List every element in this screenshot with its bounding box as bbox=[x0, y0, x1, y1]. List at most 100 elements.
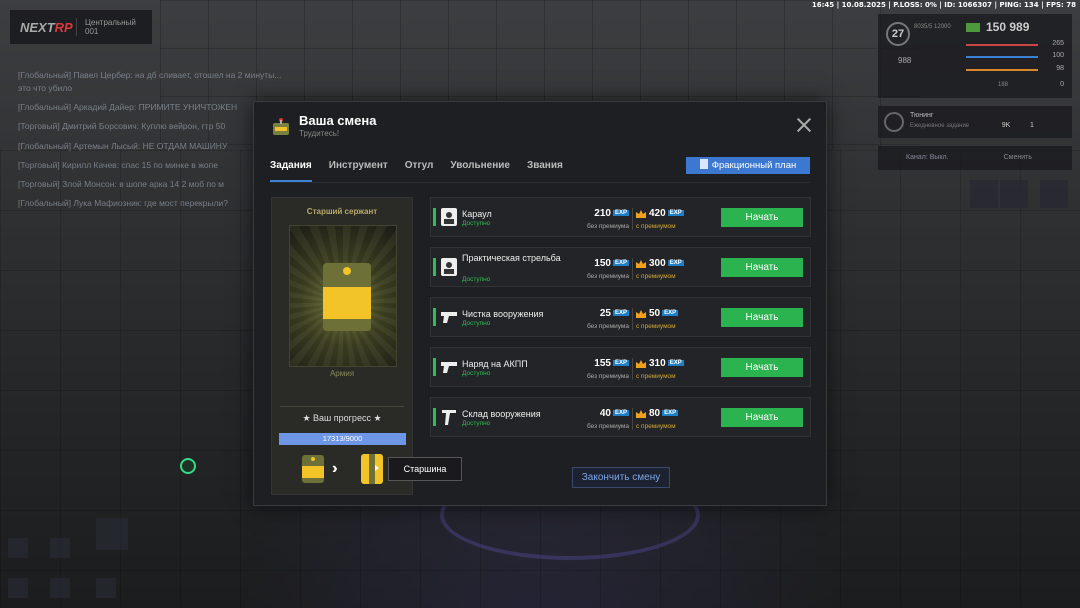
progress-value: 17313/9000 bbox=[322, 434, 363, 443]
notification-bell-icon[interactable] bbox=[1040, 180, 1068, 208]
quickbar-slot[interactable] bbox=[8, 538, 28, 558]
stat-health: 265 bbox=[1052, 40, 1064, 47]
task-accent bbox=[433, 258, 436, 276]
exp-tag: EXP bbox=[612, 410, 629, 416]
exp-tag: EXP bbox=[662, 410, 679, 416]
rank-divider bbox=[280, 406, 404, 407]
label-premium: с премиумом bbox=[636, 423, 676, 430]
task-status: Доступно bbox=[462, 320, 491, 327]
hunger-bar bbox=[966, 69, 1038, 71]
tab-ranks[interactable]: Звания bbox=[527, 160, 563, 182]
armor-bar bbox=[966, 56, 1038, 58]
quickbar-slot[interactable] bbox=[50, 538, 70, 558]
level-badge: 27 bbox=[886, 22, 910, 46]
health-bar bbox=[966, 44, 1038, 46]
exp-divider bbox=[632, 358, 633, 380]
task-accent bbox=[433, 408, 436, 426]
server-logo: NEXTRP Центральный 001 bbox=[10, 10, 152, 44]
chat-line: это что убило bbox=[18, 83, 73, 93]
exp-premium-value: 50 bbox=[649, 308, 661, 319]
tab-time-off[interactable]: Отгул bbox=[405, 160, 434, 182]
current-rank-badge-icon bbox=[302, 455, 324, 483]
task-name: Практическая стрельба bbox=[462, 253, 561, 263]
task-exp: 40 EXP bbox=[569, 408, 629, 419]
label-no-premium: без премиума bbox=[586, 223, 629, 230]
task-exp: 155 EXP bbox=[569, 358, 629, 369]
exp-tag: EXP bbox=[612, 360, 629, 366]
stat-hunger: 98 bbox=[1056, 65, 1064, 72]
rank-progress-bar: 17313/9000 bbox=[279, 433, 406, 445]
exp-tag: EXP bbox=[662, 310, 679, 316]
crown-icon bbox=[636, 360, 646, 368]
task-exp-premium: 80 EXP bbox=[649, 408, 679, 419]
exp-value: 210 bbox=[594, 208, 611, 219]
label-no-premium: без премиума bbox=[586, 273, 629, 280]
menu-icon[interactable] bbox=[1000, 180, 1028, 208]
task-status: Доступно bbox=[462, 276, 491, 283]
quickbar-slot[interactable] bbox=[96, 578, 116, 598]
task-exp: 150 EXP bbox=[569, 258, 629, 269]
task-exp-premium: 420 EXP bbox=[649, 208, 684, 219]
tab-tools[interactable]: Инструмент bbox=[329, 160, 388, 182]
close-icon[interactable] bbox=[797, 118, 811, 132]
exp-premium-value: 300 bbox=[649, 258, 666, 269]
start-task-button[interactable]: Начать bbox=[721, 358, 803, 377]
exp-divider bbox=[632, 258, 633, 280]
exp-premium-value: 420 bbox=[649, 208, 666, 219]
crown-icon bbox=[636, 210, 646, 218]
start-task-button[interactable]: Начать bbox=[721, 408, 803, 427]
task-exp-premium: 50 EXP bbox=[649, 308, 679, 319]
rank-insignia-icon bbox=[323, 263, 371, 331]
channel-switch[interactable]: Сменить bbox=[1004, 146, 1032, 170]
tab-tasks[interactable]: Задания bbox=[270, 160, 312, 182]
task-row: Караул Доступно 210 EXP без премиума 420 E… bbox=[430, 197, 811, 237]
faction-name: Армия bbox=[329, 369, 355, 378]
status-bar: 16:45 | 10.08.2025 | P.LOSS: 0% | ID: 10… bbox=[811, 1, 1076, 9]
task-row: Практическая стрельба Доступно 150 EXP бе… bbox=[430, 247, 811, 287]
exp-value: 40 bbox=[599, 408, 611, 419]
calendar-icon[interactable] bbox=[970, 180, 998, 208]
tuning-reward-count: 1 bbox=[1030, 122, 1034, 129]
task-accent bbox=[433, 308, 436, 326]
target-icon bbox=[441, 258, 457, 276]
label-no-premium: без премиума bbox=[586, 323, 629, 330]
start-task-button[interactable]: Начать bbox=[721, 308, 803, 327]
exp-tag: EXP bbox=[612, 210, 629, 216]
stat-wanted: 0 bbox=[1060, 81, 1064, 88]
army-faction-icon bbox=[273, 118, 289, 135]
label-no-premium: без премиума bbox=[586, 373, 629, 380]
finish-shift-button[interactable]: Закончить смену bbox=[572, 467, 670, 488]
task-accent bbox=[433, 358, 436, 376]
task-exp: 25 EXP bbox=[569, 308, 629, 319]
exp-tag: EXP bbox=[612, 310, 629, 316]
task-name: Чистка вооружения bbox=[462, 309, 544, 319]
crown-icon bbox=[636, 260, 646, 268]
tuning-icon bbox=[884, 112, 904, 132]
task-status: Доступно bbox=[462, 420, 491, 427]
modal-title: Ваша смена bbox=[299, 113, 377, 128]
start-task-button[interactable]: Начать bbox=[721, 258, 803, 277]
stat-ammo: 188 bbox=[998, 82, 1009, 88]
exp-divider bbox=[632, 408, 633, 430]
exp-premium-value: 80 bbox=[649, 408, 661, 419]
gun-icon bbox=[441, 312, 457, 323]
modal-header: Ваша смена Трудитесь! bbox=[254, 102, 826, 146]
task-status: Доступно bbox=[462, 220, 491, 227]
server-line2: 001 bbox=[85, 27, 99, 36]
money-display: 150 989 bbox=[966, 20, 1029, 34]
quickbar-slot[interactable] bbox=[8, 578, 28, 598]
exp-value: 155 bbox=[594, 358, 611, 369]
quickbar-slot[interactable] bbox=[96, 518, 128, 550]
task-exp-premium: 300 EXP bbox=[649, 258, 684, 269]
channel-status: Канал: Выкл. bbox=[906, 154, 949, 161]
exp-value: 150 bbox=[594, 258, 611, 269]
exp-value: 25 bbox=[599, 308, 611, 319]
next-rank-badge-icon[interactable] bbox=[360, 453, 384, 485]
chat-line: [Глобальный] Павел Цербер: на дб сливает… bbox=[18, 70, 282, 80]
label-no-premium: без премиума bbox=[586, 423, 629, 430]
faction-plan-button[interactable]: Фракционный план bbox=[686, 157, 810, 174]
quickbar-slot[interactable] bbox=[50, 578, 70, 598]
rank-card: Старший сержант Армия ★ Ваш прогресс ★ 1… bbox=[271, 197, 413, 495]
start-task-button[interactable]: Начать bbox=[721, 208, 803, 227]
tab-dismissal[interactable]: Увольнение bbox=[450, 160, 510, 182]
